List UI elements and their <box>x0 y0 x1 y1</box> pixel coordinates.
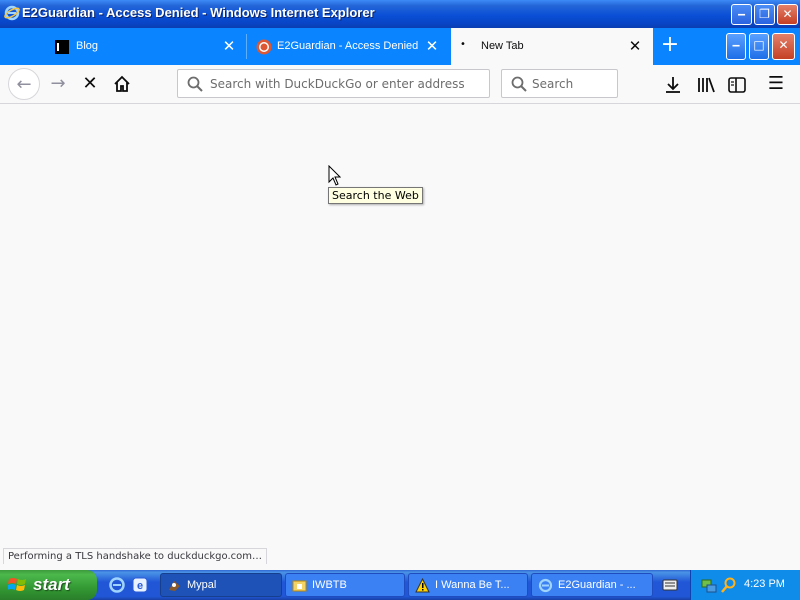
taskbar-button-label: E2Guardian - ... <box>558 579 636 591</box>
warning-icon <box>415 578 430 593</box>
new-tab-button[interactable]: + <box>657 34 683 58</box>
system-tray: 4:23 PM <box>690 570 800 600</box>
library-icon[interactable] <box>696 75 716 95</box>
navigation-toolbar: ← → ✕ Search with DuckDuckGo or enter ad… <box>0 65 800 104</box>
forward-button[interactable]: → <box>42 68 74 100</box>
taskbar-button-label: IWBTB <box>312 579 347 591</box>
taskbar-button-label: I Wanna Be T... <box>435 579 510 591</box>
tab-label: E2Guardian - Access Denied <box>277 40 419 52</box>
folder-icon <box>292 580 307 592</box>
ie-alt-quicklaunch-icon[interactable]: e <box>131 576 149 594</box>
keyboard-icon[interactable] <box>662 578 678 592</box>
back-button[interactable]: ← <box>8 68 40 100</box>
start-label: start <box>33 575 70 594</box>
taskbar-button-e2guardian[interactable]: E2Guardian - ... <box>531 573 653 597</box>
taskbar-button-label: Mypal <box>187 579 217 591</box>
tooltip: Search the Web <box>328 187 423 204</box>
taskbar: start e Mypal IWBTB I Wanna Be T... E2Gu… <box>0 570 800 600</box>
taskbar-button-iwanna[interactable]: I Wanna Be T... <box>408 573 528 597</box>
search-box[interactable]: Search <box>501 69 618 98</box>
browser-close-button[interactable]: ✕ <box>772 33 795 60</box>
start-button[interactable]: start <box>0 570 97 600</box>
browser-maximize-button[interactable]: □ <box>749 33 769 60</box>
svg-text:e: e <box>137 580 143 592</box>
search-placeholder: Search <box>532 77 574 91</box>
status-panel: Performing a TLS handshake to duckduckgo… <box>3 548 267 564</box>
download-icon[interactable] <box>663 75 683 95</box>
stop-button[interactable]: ✕ <box>74 68 106 100</box>
tab-e2guardian[interactable]: E2Guardian - Access Denied ✕ <box>247 28 451 65</box>
ie-logo-icon <box>4 5 20 21</box>
tab-close-icon[interactable]: ✕ <box>626 37 644 55</box>
windows-flag-icon <box>8 578 26 591</box>
tab-label: Blog <box>76 40 99 52</box>
browser-minimize-button[interactable]: ‒ <box>726 33 746 60</box>
mouse-cursor-icon <box>328 165 341 186</box>
outer-window-titlebar[interactable]: E2Guardian - Access Denied - Windows Int… <box>0 0 800 28</box>
home-icon <box>114 75 130 92</box>
clock: 4:23 PM <box>744 578 785 590</box>
mypal-icon <box>169 581 180 591</box>
tab-close-icon[interactable]: ✕ <box>423 37 441 55</box>
hamburger-menu-icon[interactable]: ☰ <box>760 68 792 100</box>
blog-favicon-icon <box>55 40 69 54</box>
search-tray-icon[interactable] <box>721 577 737 593</box>
taskbar-button-mypal[interactable]: Mypal <box>160 573 282 597</box>
sidebar-icon[interactable] <box>727 75 747 95</box>
outer-minimize-button[interactable]: ‒ <box>731 4 752 25</box>
ie-logo-icon <box>538 578 553 593</box>
tab-close-icon[interactable]: ✕ <box>220 37 238 55</box>
outer-restore-button[interactable]: ❐ <box>754 4 775 25</box>
home-button[interactable] <box>106 68 138 100</box>
search-icon <box>187 76 203 92</box>
address-placeholder: Search with DuckDuckGo or enter address <box>210 77 465 91</box>
page-content[interactable] <box>0 104 800 569</box>
ie-quicklaunch-icon[interactable] <box>108 576 126 594</box>
taskbar-button-iwbtb[interactable]: IWBTB <box>285 573 405 597</box>
outer-close-button[interactable]: ✕ <box>777 4 798 25</box>
outer-window-title: E2Guardian - Access Denied - Windows Int… <box>22 5 375 20</box>
search-icon <box>511 76 527 92</box>
tab-strip: Blog ✕ E2Guardian - Access Denied ✕ • Ne… <box>0 28 800 65</box>
tab-new-tab[interactable]: • New Tab ✕ <box>451 28 653 65</box>
duckduckgo-favicon-icon <box>256 39 272 55</box>
address-bar[interactable]: Search with DuckDuckGo or enter address <box>177 69 490 98</box>
loading-dot-icon: • <box>460 39 466 50</box>
network-icon[interactable] <box>701 577 717 593</box>
tab-label: New Tab <box>481 40 524 52</box>
tab-blog[interactable]: Blog ✕ <box>46 28 247 65</box>
